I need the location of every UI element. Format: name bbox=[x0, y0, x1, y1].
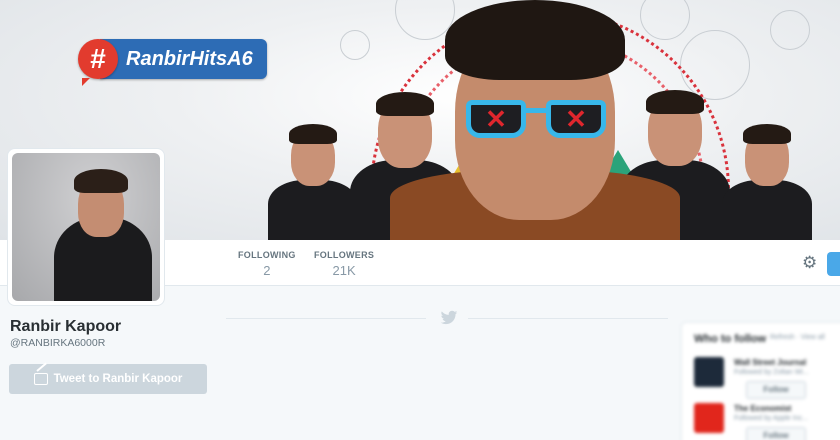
followers-label: FOLLOWERS bbox=[314, 250, 375, 260]
lens-x-icon: ✕ bbox=[466, 100, 526, 138]
lens-x-icon: ✕ bbox=[546, 100, 606, 138]
tweet-to-label: Tweet to Ranbir Kapoor bbox=[53, 373, 183, 385]
figure-hair bbox=[376, 92, 434, 116]
avatar-photo bbox=[12, 153, 160, 301]
sunglasses-icon: ✕ ✕ bbox=[466, 100, 606, 138]
suggestion-name[interactable]: Wall Street Journal bbox=[734, 358, 806, 367]
following-label: FOLLOWING bbox=[238, 250, 296, 260]
figure-hair bbox=[743, 124, 791, 144]
decor-circle bbox=[770, 10, 810, 50]
refresh-link[interactable]: Refresh · View all bbox=[770, 334, 825, 341]
suggestion-context: Followed by Zoltan Wi... bbox=[734, 369, 809, 376]
avatar-hair bbox=[74, 169, 128, 193]
timeline-divider bbox=[468, 318, 668, 319]
suggestion-name[interactable]: The Economist bbox=[734, 404, 791, 413]
hashtag-label: RanbirHitsA6 bbox=[100, 39, 267, 79]
who-to-follow-panel: Who to follow Refresh · View all Wall St… bbox=[681, 322, 840, 440]
follow-suggestion-button[interactable]: Follow bbox=[746, 381, 806, 399]
profile-name[interactable]: Ranbir Kapoor bbox=[10, 318, 121, 336]
decor-circle bbox=[340, 30, 370, 60]
campaign-hashtag: # RanbirHitsA6 bbox=[78, 34, 267, 86]
following-count: 2 bbox=[263, 263, 271, 278]
portrait-hair bbox=[445, 0, 625, 80]
suggestion-context: Followed by Apple Inc... bbox=[734, 415, 808, 422]
profile-handle[interactable]: @RANBIRKA6000R bbox=[10, 337, 105, 349]
twitter-bird-icon bbox=[440, 310, 458, 325]
figure-hair bbox=[289, 124, 337, 144]
gear-icon[interactable]: ⚙ bbox=[802, 254, 818, 271]
banner-center-portrait: ✕ ✕ bbox=[390, 0, 680, 240]
follow-button[interactable] bbox=[827, 252, 840, 276]
follow-suggestion-button[interactable]: Follow bbox=[746, 427, 806, 440]
followers-count: 21K bbox=[332, 263, 356, 278]
following-stat[interactable]: FOLLOWING 2 bbox=[238, 250, 296, 278]
timeline-divider bbox=[226, 318, 426, 319]
banner-figure bbox=[268, 124, 358, 240]
tweet-to-button[interactable]: Tweet to Ranbir Kapoor bbox=[9, 364, 207, 394]
compose-icon bbox=[33, 373, 48, 385]
suggestion-avatar[interactable] bbox=[694, 403, 724, 433]
banner-figure bbox=[722, 124, 812, 240]
suggestion-avatar[interactable] bbox=[694, 357, 724, 387]
hashtag-bubble-icon: # bbox=[78, 39, 118, 86]
avatar[interactable] bbox=[7, 148, 165, 306]
glasses-bridge bbox=[524, 108, 548, 113]
decor-circle bbox=[640, 0, 690, 40]
who-to-follow-title: Who to follow bbox=[694, 333, 767, 345]
followers-stat[interactable]: FOLLOWERS 21K bbox=[314, 250, 374, 278]
figure-hair bbox=[646, 90, 704, 114]
